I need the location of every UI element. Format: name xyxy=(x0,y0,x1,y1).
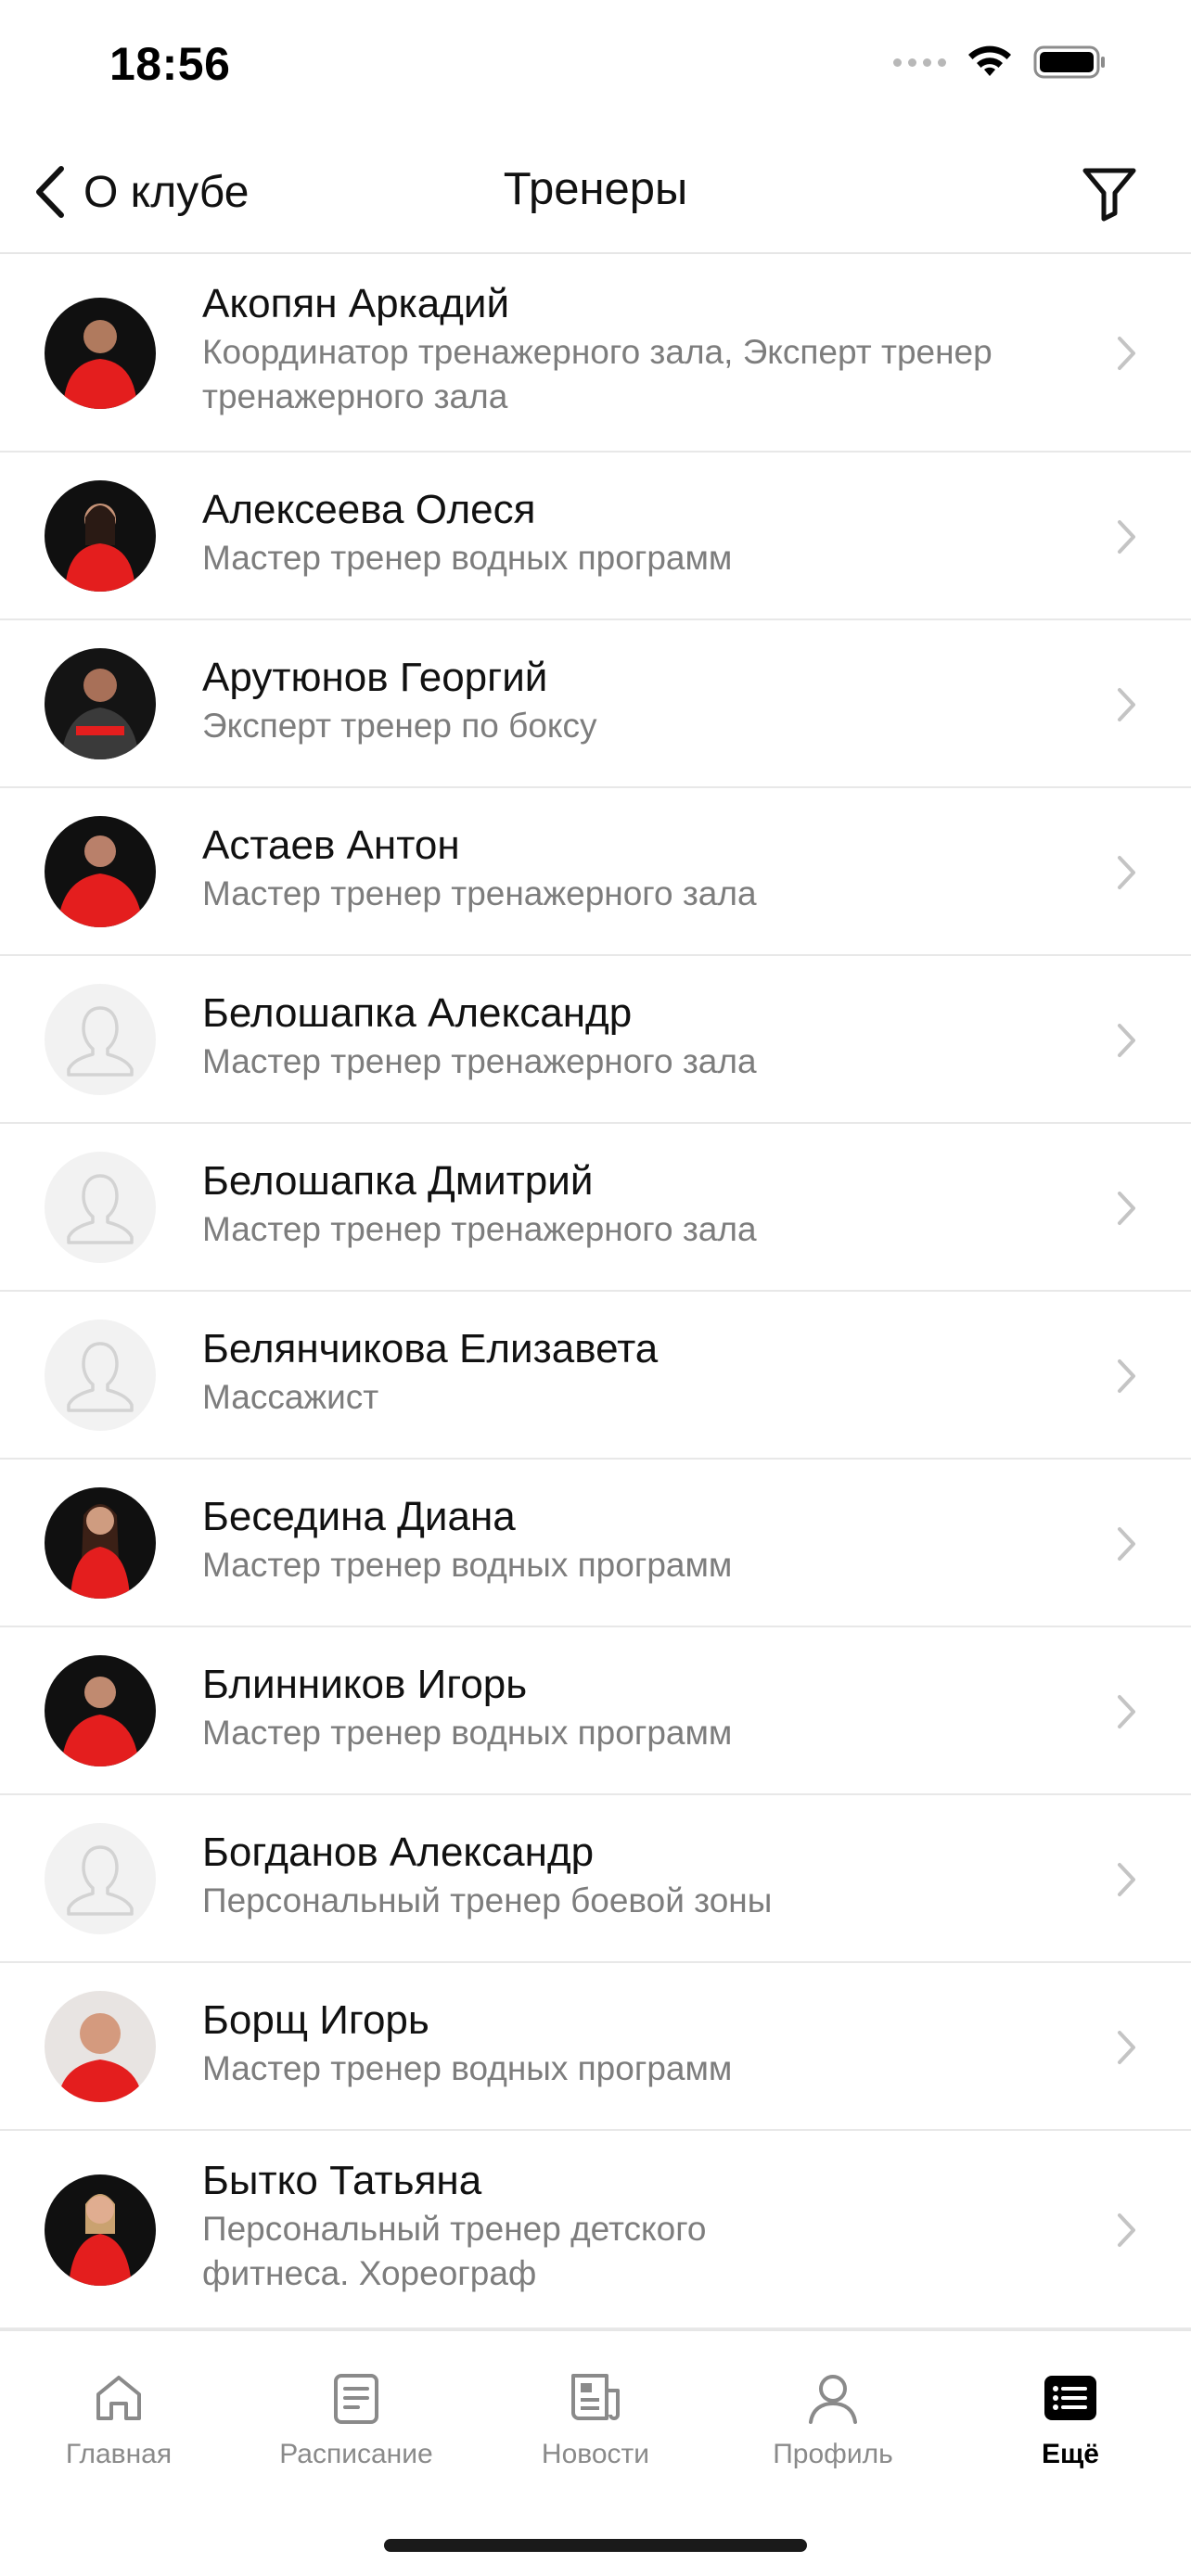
trainer-role: Мастер тренер тренажерного зала xyxy=(202,1042,757,1080)
trainer-name: Белошапка Александр xyxy=(202,990,633,1036)
trainer-row[interactable]: Бытко Татьяна Персональный тренер детско… xyxy=(0,2131,1191,2329)
trainer-role: Персональный тренер детского xyxy=(202,2210,707,2248)
filter-icon xyxy=(1082,168,1136,222)
more-list-icon xyxy=(1044,2376,1096,2420)
trainer-name: Блинников Игорь xyxy=(202,1662,528,1707)
trainer-avatar xyxy=(45,816,156,927)
trainer-avatar xyxy=(45,480,156,592)
trainer-name: Арутюнов Георгий xyxy=(202,655,548,700)
trainer-name: Алексеева Олеся xyxy=(202,487,536,532)
trainer-row[interactable]: Арутюнов Георгий Эксперт тренер по боксу xyxy=(0,620,1191,788)
trainer-role: Мастер тренер водных программ xyxy=(202,539,733,577)
trainer-name: Беседина Диана xyxy=(202,1494,516,1539)
status-time: 18:56 xyxy=(109,38,231,90)
trainer-row[interactable]: Беседина Диана Мастер тренер водных прог… xyxy=(0,1460,1191,1627)
chevron-right-icon xyxy=(1118,856,1135,889)
chevron-right-icon xyxy=(1118,1527,1135,1561)
trainer-avatar xyxy=(45,1487,156,1599)
chevron-right-icon xyxy=(1118,688,1135,721)
trainer-role: Персональный тренер боевой зоны xyxy=(202,1881,773,1919)
trainer-row[interactable]: Богданов Александр Персональный тренер б… xyxy=(0,1795,1191,1963)
tab-label: Новости xyxy=(541,2439,650,2469)
cellular-signal-icon xyxy=(893,57,946,67)
home-icon xyxy=(96,2376,141,2420)
trainer-avatar xyxy=(45,1655,156,1766)
trainer-role: Массажист xyxy=(202,1378,379,1416)
trainer-role: Мастер тренер водных программ xyxy=(202,2049,733,2087)
tab-label: Профиль xyxy=(773,2439,893,2469)
schedule-icon xyxy=(334,2374,378,2424)
chevron-right-icon xyxy=(1118,520,1135,554)
news-icon xyxy=(571,2374,620,2420)
trainer-row[interactable]: Астаев Антон Мастер тренер тренажерного … xyxy=(0,788,1191,956)
battery-icon xyxy=(1033,45,1105,79)
trainer-row[interactable]: Белянчикова Елизавета Массажист xyxy=(0,1292,1191,1460)
chevron-right-icon xyxy=(1118,1359,1135,1393)
status-icons xyxy=(893,45,1108,80)
trainer-role: фитнеса. Хореограф xyxy=(202,2254,537,2292)
status-bar: 18:56 xyxy=(0,0,1191,130)
trainer-role: Мастер тренер водных программ xyxy=(202,1714,733,1752)
tab-home[interactable]: Главная xyxy=(7,2368,230,2470)
trainer-role: Мастер тренер тренажерного зала xyxy=(202,874,757,912)
trainer-role: Мастер тренер тренажерного зала xyxy=(202,1210,757,1248)
trainer-name: Бытко Татьяна xyxy=(202,2158,482,2203)
chevron-right-icon xyxy=(1118,2213,1135,2247)
trainer-avatar xyxy=(45,1991,156,2102)
trainer-name: Белянчикова Елизавета xyxy=(202,1326,659,1371)
trainer-list: Акопян Аркадий Координатор тренажерного … xyxy=(0,254,1191,2329)
trainer-name: Белошапка Дмитрий xyxy=(202,1158,594,1204)
tab-label: Главная xyxy=(65,2439,173,2469)
trainer-role: Эксперт тренер по боксу xyxy=(202,707,597,745)
page-title: Тренеры xyxy=(503,164,688,214)
tab-more[interactable]: Ещё xyxy=(959,2368,1182,2470)
trainer-role: тренажерного зала xyxy=(202,377,508,415)
trainer-row[interactable]: Алексеева Олеся Мастер тренер водных про… xyxy=(0,453,1191,620)
trainer-row[interactable]: Белошапка Дмитрий Мастер тренер тренажер… xyxy=(0,1124,1191,1292)
trainer-row[interactable]: Борщ Игорь Мастер тренер водных программ xyxy=(0,1963,1191,2131)
tab-label: Ещё xyxy=(1041,2439,1099,2469)
tab-schedule[interactable]: Расписание xyxy=(245,2368,467,2470)
trainer-name: Богданов Александр xyxy=(202,1830,595,1875)
profile-icon xyxy=(809,2375,857,2424)
trainer-name: Акопян Аркадий xyxy=(202,281,510,326)
trainer-role: Мастер тренер водных программ xyxy=(202,1546,733,1584)
trainer-avatar xyxy=(45,2174,156,2286)
trainer-role: Координатор тренажерного зала, Эксперт т… xyxy=(202,333,992,371)
avatar-placeholder-icon xyxy=(45,984,156,1095)
tab-news[interactable]: Новости xyxy=(484,2368,707,2470)
navigation-bar: О клубе Тренеры xyxy=(0,130,1191,254)
avatar-placeholder-icon xyxy=(45,1320,156,1431)
filter-button[interactable] xyxy=(1080,163,1139,223)
trainer-row[interactable]: Белошапка Александр Мастер тренер тренаж… xyxy=(0,956,1191,1124)
avatar-placeholder-icon xyxy=(45,1152,156,1263)
trainer-row[interactable]: Акопян Аркадий Координатор тренажерного … xyxy=(0,254,1191,453)
chevron-right-icon xyxy=(1118,1695,1135,1728)
home-indicator[interactable] xyxy=(384,2539,807,2552)
chevron-right-icon xyxy=(1118,337,1135,370)
chevron-right-icon xyxy=(1118,2031,1135,2064)
chevron-right-icon xyxy=(1118,1863,1135,1896)
wifi-icon xyxy=(968,45,1011,76)
tab-label: Расписание xyxy=(279,2439,433,2469)
chevron-right-icon xyxy=(1118,1192,1135,1225)
avatar-placeholder-icon xyxy=(45,1823,156,1934)
trainer-name: Астаев Антон xyxy=(202,823,460,868)
tab-profile[interactable]: Профиль xyxy=(722,2368,944,2470)
trainer-avatar xyxy=(45,648,156,759)
chevron-right-icon xyxy=(1118,1024,1135,1057)
trainer-name: Борщ Игорь xyxy=(202,1997,429,2043)
trainer-avatar xyxy=(45,298,156,409)
trainer-row[interactable]: Блинников Игорь Мастер тренер водных про… xyxy=(0,1627,1191,1795)
